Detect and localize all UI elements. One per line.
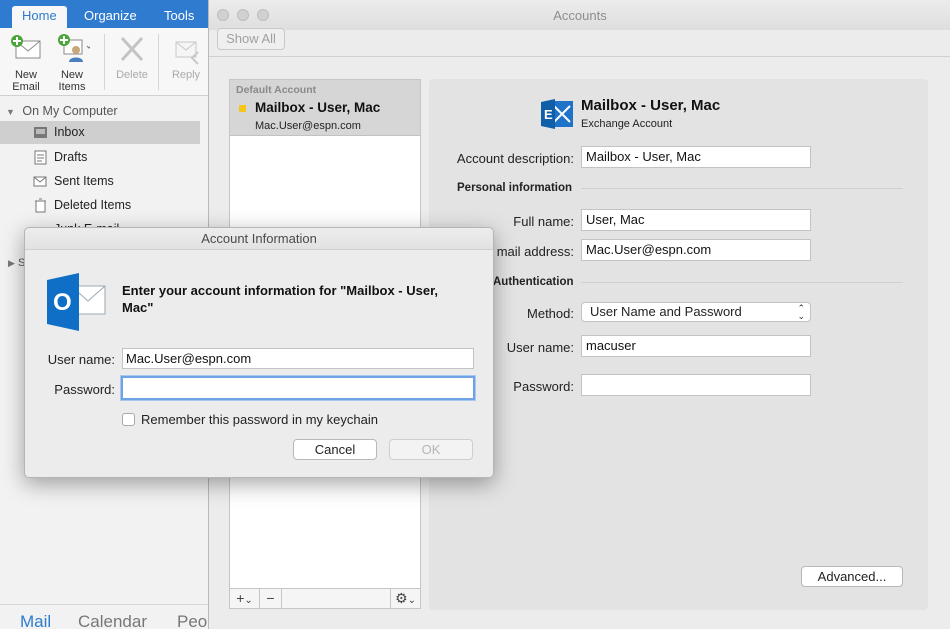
folder-label: Drafts [54,150,88,164]
collapsed-section-header[interactable]: ▶ S [8,257,25,269]
window-title: Accounts [553,8,607,23]
section-divider [581,188,903,189]
disclosure-triangle-icon: ▼ [6,107,15,117]
delete-button[interactable]: Delete [108,32,156,81]
folder-deleted-items[interactable]: Deleted Items [0,194,200,217]
folder-label: Sent Items [54,174,114,188]
ok-button[interactable]: OK [389,439,473,460]
nav-mail[interactable]: Mail [20,612,51,629]
toolbar-divider [209,56,950,57]
account-list-item[interactable]: Default Account Mailbox - User, Mac Mac.… [230,80,420,136]
account-list-name: Mailbox - User, Mac [255,100,381,115]
password-label: Password: [513,379,574,394]
account-information-dialog: Account Information O Enter your account… [24,227,494,478]
account-actions-button[interactable]: ⚙⌄ [390,589,420,608]
username-field[interactable]: macuser [581,335,811,357]
dialog-password-field[interactable] [121,376,475,400]
method-label: Method: [527,306,574,321]
drafts-icon [34,150,47,165]
username-label: User name: [506,340,574,355]
svg-text:O: O [53,289,72,316]
folder-label: Inbox [54,125,85,139]
email-address-field[interactable]: Mac.User@espn.com [581,239,811,261]
full-name-field[interactable]: User, Mac [581,209,811,231]
cancel-button[interactable]: Cancel [293,439,377,460]
show-all-button[interactable]: Show All [217,28,285,50]
chevron-down-icon: ⌄ [244,595,253,606]
personal-information-header: Personal information [457,182,573,194]
exchange-icon: E [541,99,573,129]
new-email-icon [11,35,41,59]
new-items-label: New Items [58,69,86,93]
ribbon: New Email New Items Delete Reply [0,28,210,96]
account-description-field[interactable]: Mailbox - User, Mac [581,146,811,168]
gear-icon: ⚙ [395,590,408,606]
new-email-button[interactable]: New Email [2,32,50,93]
deleted-items-icon [35,198,46,213]
reply-label: Reply [171,69,201,81]
remember-password-checkbox[interactable] [122,413,135,426]
dialog-password-label: Password: [54,382,115,397]
password-field[interactable] [581,374,811,396]
advanced-button[interactable]: Advanced... [801,566,903,587]
dialog-username-label: User name: [47,352,115,367]
disclosure-triangle-icon: ▶ [8,258,15,268]
account-detail-panel: E Mailbox - User, Mac Exchange Account A… [429,79,928,610]
folder-sent-items[interactable]: Sent Items [0,170,200,193]
folders-header-label: On My Computer [22,104,118,118]
folders-section-header[interactable]: ▼ On My Computer [6,104,118,118]
account-list-toolbar: +⌄ − ⚙⌄ [229,588,421,609]
nav-people[interactable]: Peo [177,612,207,629]
reply-button[interactable]: Reply [162,32,210,81]
delete-label: Delete [116,69,148,81]
remove-account-button[interactable]: − [260,589,282,608]
dialog-username-field[interactable]: Mac.User@espn.com [122,348,474,369]
account-description-label: Account description: [456,151,574,166]
authentication-header: Authentication [493,276,574,288]
email-address-label: mail address: [496,244,574,259]
dialog-message: Enter your account information for "Mail… [122,283,439,315]
add-account-button[interactable]: +⌄ [230,589,260,608]
delete-icon [120,36,144,62]
outlook-icon: O [47,273,106,331]
account-status-icon [239,105,246,112]
inbox-icon [34,127,47,138]
ribbon-divider [158,34,159,90]
folder-drafts[interactable]: Drafts [0,146,200,169]
remember-password-label[interactable]: Remember this password in my keychain [141,412,378,427]
default-account-label: Default Account [236,84,317,96]
folder-inbox[interactable]: Inbox [0,121,200,144]
new-email-label: New Email [12,69,40,93]
up-down-chevron-icon: ⌃ ⌄ [797,303,805,321]
sent-items-icon [33,176,47,187]
new-items-button[interactable]: New Items [48,32,96,93]
chevron-down-icon: ⌄ [407,595,416,606]
folder-label: Deleted Items [54,198,132,212]
tab-tools[interactable]: Tools [154,6,204,28]
ribbon-divider [104,34,105,90]
account-title: Mailbox - User, Mac [581,97,721,114]
section-divider [581,282,903,283]
account-type: Exchange Account [581,118,673,130]
method-select-value: User Name and Password [590,304,742,319]
reply-icon [175,41,199,65]
new-items-icon [58,34,90,62]
tab-organize[interactable]: Organize [74,6,147,28]
accounts-titlebar: Accounts [209,0,950,30]
nav-calendar[interactable]: Calendar [78,612,147,629]
tab-home[interactable]: Home [12,6,67,28]
full-name-label: Full name: [513,214,574,229]
svg-text:E: E [544,107,553,122]
dialog-title: Account Information [25,228,493,250]
ribbon-tab-bar: Home Organize Tools [0,0,210,28]
account-list-email: Mac.User@espn.com [255,120,361,132]
method-select[interactable]: User Name and Password ⌃ ⌄ [581,302,811,322]
bottom-navigation: Mail Calendar Peo [0,604,210,629]
